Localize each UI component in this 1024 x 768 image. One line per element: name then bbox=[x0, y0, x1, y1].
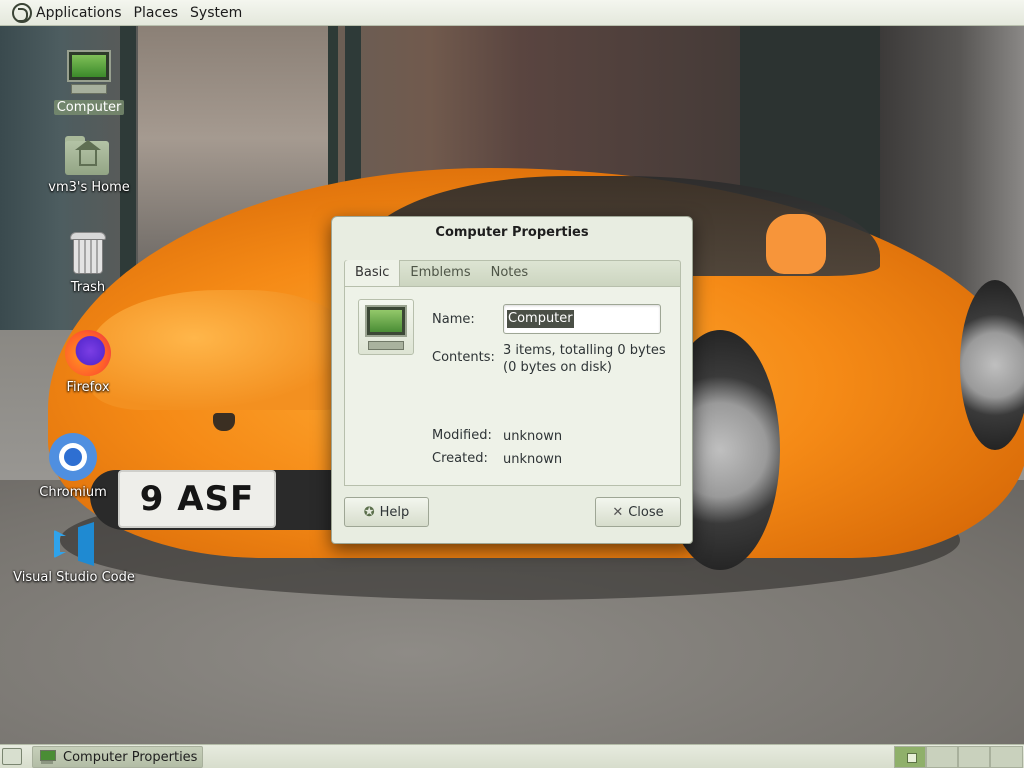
desktop-icon-label: vm3's Home bbox=[48, 180, 130, 195]
wallpaper-car-hood bbox=[90, 290, 350, 410]
dialog-title: Computer Properties bbox=[435, 225, 589, 240]
wallpaper-license-plate: 9 ASF bbox=[118, 470, 276, 528]
computer-properties-dialog: Computer Properties Basic Emblems Notes … bbox=[331, 216, 693, 544]
desktop-icon-label: Firefox bbox=[66, 380, 110, 395]
desktop-icon-label: Visual Studio Code bbox=[13, 570, 135, 585]
show-desktop-button[interactable] bbox=[2, 748, 22, 765]
desktop-icon-computer[interactable]: Computer bbox=[53, 48, 125, 115]
taskbar-item-label: Computer Properties bbox=[63, 749, 198, 765]
desktop-icon-label: Chromium bbox=[39, 485, 107, 500]
desktop-icon-vscode[interactable]: Visual Studio Code bbox=[13, 522, 135, 585]
firefox-icon bbox=[65, 330, 111, 376]
contents-label: Contents: bbox=[432, 350, 495, 365]
help-button-label: Help bbox=[379, 504, 410, 520]
wallpaper-car-badge bbox=[213, 413, 235, 431]
close-icon: ✕ bbox=[612, 504, 624, 520]
trash-icon bbox=[68, 230, 108, 276]
contents-value-line1: 3 items, totalling 0 bytes bbox=[503, 343, 666, 358]
computer-icon bbox=[65, 48, 113, 96]
top-panel: Applications Places System bbox=[0, 0, 1024, 26]
tab-notes[interactable]: Notes bbox=[481, 260, 539, 286]
taskbar-item-computer-properties[interactable]: Computer Properties bbox=[32, 746, 203, 768]
vscode-icon bbox=[52, 522, 96, 566]
created-value: unknown bbox=[503, 452, 563, 467]
modified-label: Modified: bbox=[432, 428, 492, 443]
close-button[interactable]: ✕ Close bbox=[595, 497, 681, 527]
wallpaper-car-mirror bbox=[766, 214, 826, 274]
mint-logo-icon bbox=[12, 2, 32, 23]
desktop-icon-chromium[interactable]: Chromium bbox=[38, 433, 108, 500]
workspace-4[interactable] bbox=[990, 746, 1023, 768]
modified-value: unknown bbox=[503, 429, 563, 444]
tab-basic[interactable]: Basic bbox=[345, 260, 401, 286]
places-menu[interactable]: Places bbox=[130, 0, 183, 26]
system-menu[interactable]: System bbox=[186, 0, 246, 26]
created-label: Created: bbox=[432, 451, 488, 466]
name-label: Name: bbox=[432, 312, 475, 327]
applications-menu-label: Applications bbox=[36, 4, 122, 21]
help-icon: ✪ bbox=[363, 504, 375, 520]
desktop-icon-label: Computer bbox=[53, 100, 125, 115]
places-menu-label: Places bbox=[133, 4, 179, 21]
tab-emblems[interactable]: Emblems bbox=[400, 260, 480, 286]
help-button[interactable]: ✪ Help bbox=[344, 497, 429, 527]
system-menu-label: System bbox=[190, 4, 243, 21]
wallpaper-car-wheel-rear bbox=[960, 280, 1024, 450]
workspace-3[interactable] bbox=[958, 746, 990, 768]
desktop-icon-label: Trash bbox=[70, 280, 106, 295]
applications-menu[interactable]: Applications bbox=[8, 0, 126, 26]
workspace-1[interactable] bbox=[894, 746, 926, 768]
contents-value-line2: (0 bytes on disk) bbox=[503, 360, 612, 375]
computer-icon bbox=[39, 750, 56, 764]
dialog-tab-bar: Basic Emblems Notes bbox=[344, 260, 681, 286]
name-field-selection: Computer bbox=[507, 310, 574, 328]
close-button-label: Close bbox=[628, 504, 664, 520]
desktop-icon-trash[interactable]: Trash bbox=[58, 230, 118, 295]
desktop-icon-firefox[interactable]: Firefox bbox=[56, 330, 120, 395]
desktop-icon-home[interactable]: vm3's Home bbox=[46, 132, 132, 195]
home-folder-icon bbox=[65, 136, 113, 176]
bottom-panel: Computer Properties bbox=[0, 744, 1024, 768]
computer-icon[interactable] bbox=[358, 299, 414, 355]
chromium-icon bbox=[49, 433, 97, 481]
basic-tab-panel: Name: Computer Contents: 3 items, totall… bbox=[344, 286, 681, 486]
workspace-2[interactable] bbox=[926, 746, 958, 768]
